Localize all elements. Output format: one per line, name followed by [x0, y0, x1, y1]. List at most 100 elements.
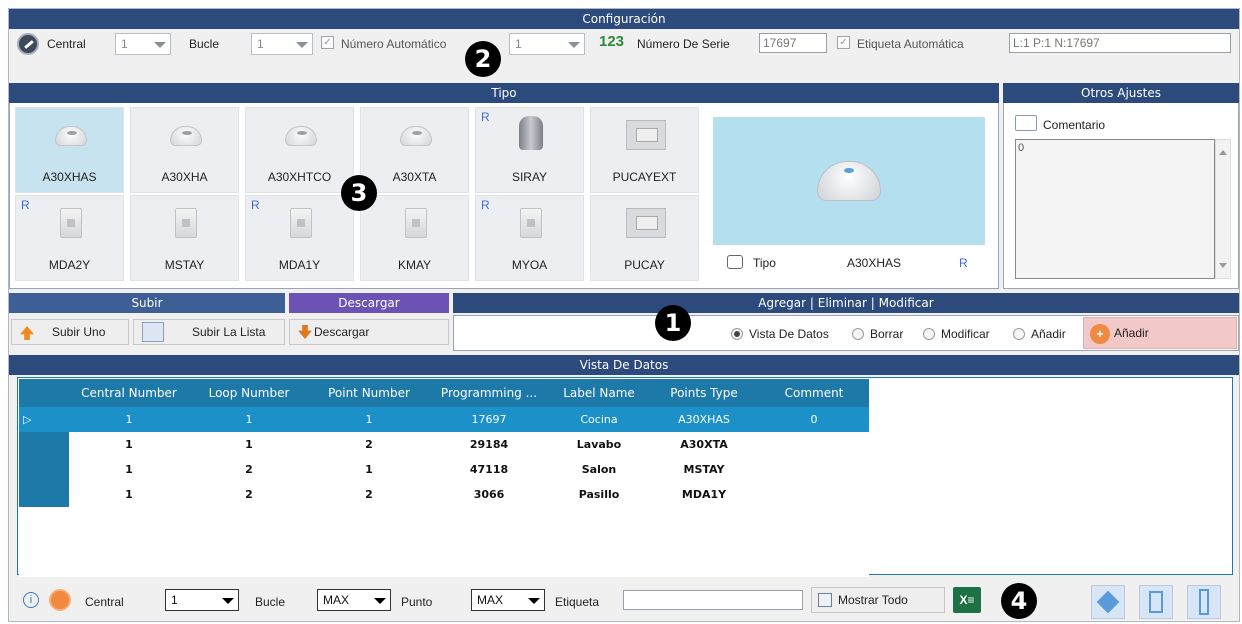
table-cell[interactable]: 1 — [69, 457, 189, 482]
fit-columns-icon[interactable] — [1139, 585, 1173, 619]
comment-scrollbar[interactable] — [1215, 139, 1231, 279]
auto-number-select[interactable]: 1 — [509, 33, 585, 55]
table-cell[interactable]: 3066 — [429, 482, 549, 507]
auto-number-label: Número Automático — [341, 37, 447, 51]
chevron-down-icon — [296, 42, 308, 48]
table-row[interactable]: ▷ 1 1 1 17697 Cocina A30XHAS 0 — [19, 407, 869, 432]
table-cell[interactable]: 0 — [759, 407, 869, 432]
comment-textarea[interactable]: 0 — [1015, 139, 1215, 279]
table-cell[interactable]: 1 — [189, 432, 309, 457]
serial-number-label: Número De Serie — [637, 37, 730, 51]
relay-badge: R — [481, 110, 490, 124]
upload-list-button[interactable]: Subir La Lista — [133, 319, 285, 345]
table-cell[interactable]: 1 — [69, 432, 189, 457]
device-tile-siray[interactable]: R SIRAY — [475, 107, 584, 193]
radio-borrar[interactable] — [852, 328, 864, 340]
col-comment[interactable]: Comment — [759, 379, 869, 407]
upload-list-label: Subir La Lista — [192, 325, 266, 339]
table-cell[interactable]: A30XHAS — [649, 407, 759, 432]
table-cell[interactable]: 1 — [309, 457, 429, 482]
device-tile-a30xha[interactable]: A30XHA — [130, 107, 239, 193]
device-tile-pucayext[interactable]: PUCAYEXT — [590, 107, 699, 193]
device-tile-a30xta[interactable]: A30XTA — [360, 107, 469, 193]
table-cell[interactable]: 47118 — [429, 457, 549, 482]
bucle-select[interactable]: 1 — [251, 33, 313, 55]
table-cell[interactable]: 1 — [69, 407, 189, 432]
device-tile-pucay[interactable]: PUCAY — [590, 195, 699, 281]
table-row[interactable]: 1 2 1 47118 Salon MSTAY — [19, 457, 869, 482]
radio-vista-de-datos[interactable] — [731, 328, 743, 340]
table-cell[interactable] — [759, 482, 869, 507]
filter-bucle-select[interactable]: MAX — [317, 589, 391, 611]
device-tile-label: SIRAY — [511, 170, 548, 184]
add-button[interactable]: + Añadir — [1083, 317, 1237, 349]
table-cell[interactable]: 1 — [189, 407, 309, 432]
upload-arrow-icon — [20, 326, 34, 340]
radio-label-vista: Vista De Datos — [749, 327, 829, 341]
row-header[interactable] — [19, 432, 69, 457]
table-cell[interactable]: MSTAY — [649, 457, 759, 482]
device-tile-label: PUCAY — [624, 258, 665, 272]
table-cell[interactable]: 1 — [69, 482, 189, 507]
excel-export-icon[interactable]: X≡ — [953, 587, 981, 613]
col-label-name[interactable]: Label Name — [549, 379, 649, 407]
device-tile-myoa[interactable]: R MYOA — [475, 195, 584, 281]
expand-all-icon[interactable] — [1091, 585, 1125, 619]
central-select[interactable]: 1 — [115, 33, 171, 55]
upload-one-button[interactable]: Subir Uno — [11, 319, 129, 345]
row-header[interactable] — [19, 482, 69, 507]
device-tile-mstay[interactable]: MSTAY — [130, 195, 239, 281]
smoke-detector-icon — [55, 126, 87, 146]
filter-punto-select[interactable]: MAX — [471, 589, 545, 611]
data-grid: Central Number Loop Number Point Number … — [19, 379, 869, 582]
col-point-number[interactable]: Point Number — [309, 379, 429, 407]
col-loop-number[interactable]: Loop Number — [189, 379, 309, 407]
filter-central-select[interactable]: 1 — [165, 589, 239, 611]
current-row-indicator-icon[interactable]: ▷ — [19, 407, 69, 432]
auto-label-checkbox[interactable]: ✓ — [837, 36, 850, 49]
table-cell[interactable]: Pasillo — [549, 482, 649, 507]
download-button[interactable]: Descargar — [289, 319, 449, 345]
label-field[interactable]: L:1 P:1 N:17697 — [1009, 33, 1231, 53]
tipo-header: Tipo — [9, 83, 999, 103]
callout-badge-4: 4 — [1001, 583, 1037, 619]
central-settings-icon[interactable] — [17, 33, 39, 55]
central-label: Central — [47, 37, 86, 51]
col-central-number[interactable]: Central Number — [69, 379, 189, 407]
device-tile-mda2y[interactable]: R MDA2Y — [15, 195, 124, 281]
filter-etiqueta-input[interactable] — [623, 590, 803, 610]
table-cell[interactable]: Cocina — [549, 407, 649, 432]
table-cell[interactable]: Lavabo — [549, 432, 649, 457]
device-tile-a30xhtco[interactable]: A30XHTCO — [245, 107, 354, 193]
col-programming[interactable]: Programming ... — [429, 379, 549, 407]
device-tile-kmay[interactable]: KMAY — [360, 195, 469, 281]
table-cell[interactable]: 2 — [309, 432, 429, 457]
col-points-type[interactable]: Points Type — [649, 379, 759, 407]
table-cell[interactable] — [759, 457, 869, 482]
show-all-button[interactable]: Mostrar Todo — [811, 587, 945, 613]
table-cell[interactable]: 1 — [309, 407, 429, 432]
radio-modificar[interactable] — [923, 328, 935, 340]
auto-number-checkbox[interactable]: ✓ — [321, 36, 334, 49]
radio-anadir[interactable] — [1013, 328, 1025, 340]
row-header[interactable] — [19, 457, 69, 482]
device-tile-mda1y[interactable]: R MDA1Y — [245, 195, 354, 281]
table-cell[interactable]: 29184 — [429, 432, 549, 457]
table-cell[interactable]: 2 — [189, 482, 309, 507]
device-tile-a30xhas[interactable]: A30XHAS — [15, 107, 124, 193]
table-cell[interactable]: 2 — [309, 482, 429, 507]
table-cell[interactable]: 2 — [189, 457, 309, 482]
search-icon[interactable] — [49, 589, 71, 611]
table-row[interactable]: 1 2 2 3066 Pasillo MDA1Y — [19, 482, 869, 507]
table-cell[interactable]: MDA1Y — [649, 482, 759, 507]
table-cell[interactable]: A30XTA — [649, 432, 759, 457]
module-icon — [175, 208, 197, 238]
fit-rows-icon[interactable] — [1187, 585, 1221, 619]
table-cell[interactable]: Salon — [549, 457, 649, 482]
table-cell[interactable]: 17697 — [429, 407, 549, 432]
info-icon[interactable]: i — [23, 592, 39, 608]
serial-number-field[interactable]: 17697 — [759, 33, 827, 53]
filter-etiqueta-label: Etiqueta — [555, 595, 600, 609]
table-row[interactable]: 1 1 2 29184 Lavabo A30XTA — [19, 432, 869, 457]
table-cell[interactable] — [759, 432, 869, 457]
